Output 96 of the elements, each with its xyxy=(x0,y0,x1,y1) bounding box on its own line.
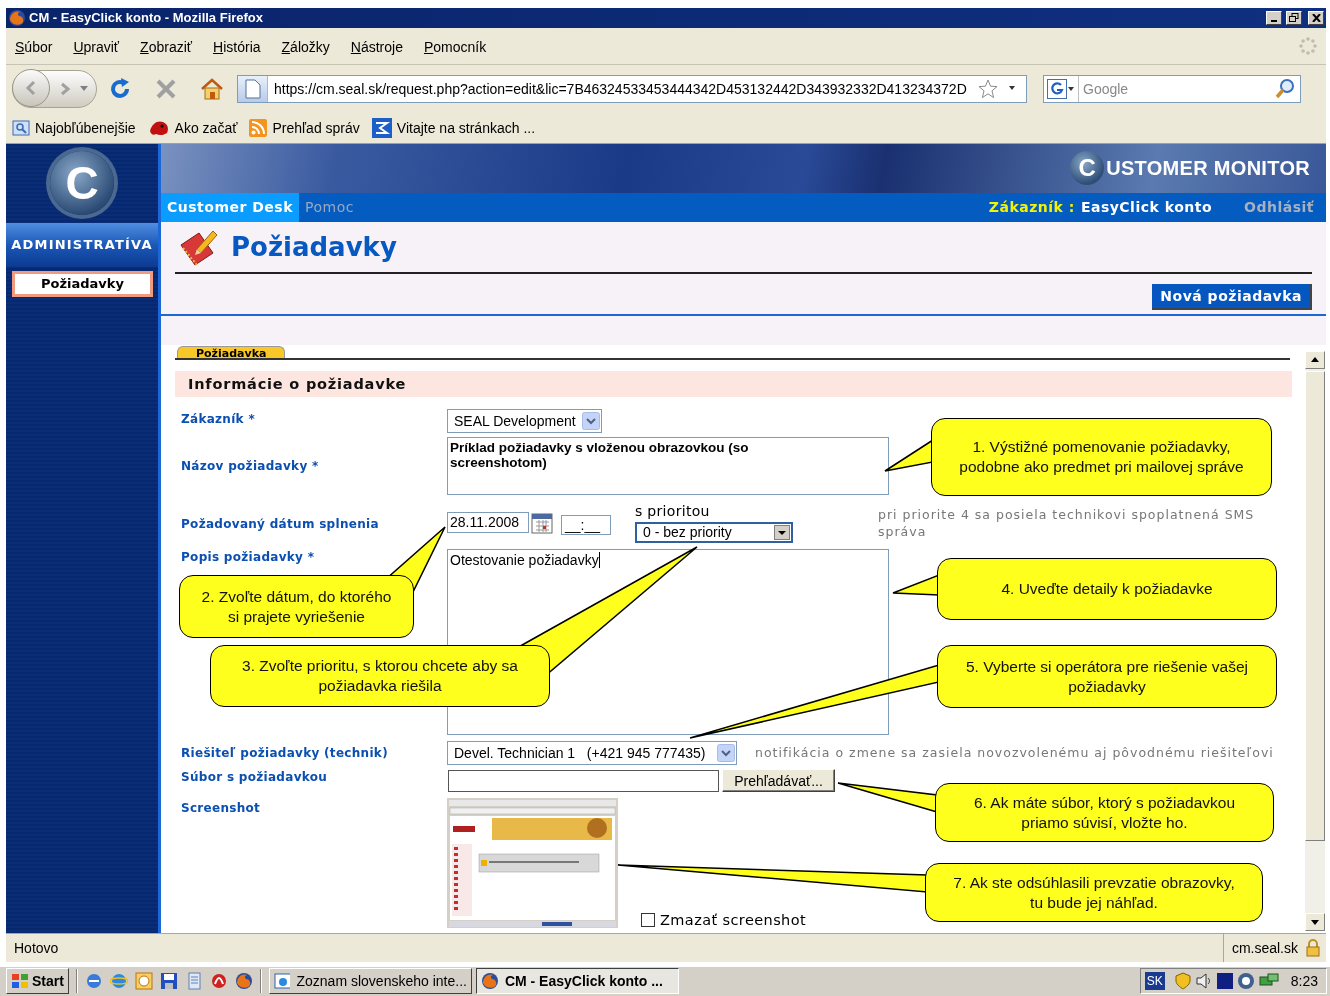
down-arrow-icon[interactable] xyxy=(1311,919,1319,925)
status-text: Hotovo xyxy=(14,940,60,957)
menu-item[interactable]: Záložky xyxy=(281,36,340,55)
date-field[interactable]: 28.11.2008 xyxy=(447,511,529,533)
search-field[interactable]: Google xyxy=(1043,74,1301,103)
stop-icon xyxy=(155,77,177,100)
minimize-icon xyxy=(1271,19,1277,22)
menu-item[interactable]: Upraviť xyxy=(73,36,130,55)
menu-item[interactable]: Súbor xyxy=(15,36,63,55)
magnifier-folder-icon xyxy=(12,118,30,137)
callout: 2. Zvoľte dátum, do ktorého si prajete vyriešenie xyxy=(179,575,414,638)
field-label: Popis požiadavky * xyxy=(181,548,316,564)
callout: 5. Vyberte si operátora pre riešenie vašej požiadavky xyxy=(937,645,1277,708)
logo: C xyxy=(50,151,114,216)
restore-icon xyxy=(1289,13,1299,23)
search-icon[interactable] xyxy=(1274,77,1296,100)
section-header: Informácie o požiadavke xyxy=(175,370,1292,397)
technician-note: notifikácia o zmene sa zasiela novozvolenému aj pôvodnému riešiteľovi xyxy=(755,745,1274,761)
google-g-icon xyxy=(1047,78,1067,99)
bookmark-item[interactable]: Najobľúbenejšie xyxy=(12,118,136,137)
browse-button[interactable]: Prehľadávať... xyxy=(722,769,835,793)
square-icon[interactable] xyxy=(1216,973,1233,990)
firefox-icon xyxy=(480,972,499,991)
firefox-icon xyxy=(8,8,26,27)
checkbox-label: Zmazať screenshot xyxy=(660,911,807,928)
logo-mark: C xyxy=(1070,151,1105,186)
clock-icon[interactable] xyxy=(134,972,153,991)
calendar-icon[interactable] xyxy=(531,511,553,534)
bookmark-item[interactable]: Ako začať xyxy=(147,118,238,137)
maximize-button[interactable] xyxy=(1286,10,1302,25)
field-label: Zákazník * xyxy=(181,410,256,426)
bookmark-item[interactable]: Vitajte na stránkach ... xyxy=(371,117,536,138)
rss-icon xyxy=(249,118,268,137)
up-arrow-icon[interactable] xyxy=(1311,357,1319,363)
minimize-button[interactable] xyxy=(1266,10,1282,25)
callout-pointer xyxy=(884,438,934,472)
throbber-icon xyxy=(1298,35,1318,56)
browser-icon[interactable] xyxy=(84,972,103,991)
page-title: Požiadavky xyxy=(231,231,397,262)
close-icon xyxy=(1311,13,1321,22)
field-label: Požadovaný dátum splnenia xyxy=(181,516,380,533)
field-label: Riešiteľ požiadavky (technik) xyxy=(181,745,389,760)
priority-label: s prioritou xyxy=(635,502,711,521)
customer-select[interactable]: SEAL Development xyxy=(447,408,602,433)
scrollbar[interactable] xyxy=(1305,350,1325,932)
sidebar-item[interactable]: Požiadavky xyxy=(12,270,153,297)
logo-text: USTOMER MONITOR xyxy=(1106,156,1310,180)
bookmark-item[interactable]: Prehľad správ xyxy=(249,118,360,137)
callout: 4. Uveďte detaily k požiadavke xyxy=(937,558,1277,620)
bookmark-page-icon xyxy=(371,117,392,138)
clock: 8:23 xyxy=(1290,973,1318,990)
menu-item[interactable]: Nástroje xyxy=(350,36,413,55)
menu-item[interactable]: Zobraziť xyxy=(140,36,203,55)
windows-flag-icon xyxy=(11,973,29,990)
back-button[interactable] xyxy=(12,69,50,108)
file-field[interactable] xyxy=(448,769,719,792)
window-e-icon xyxy=(273,972,291,991)
menu-item[interactable]: Pomocník xyxy=(423,36,497,55)
lock-icon xyxy=(1306,939,1320,958)
circle-icon[interactable] xyxy=(1236,972,1255,991)
window-title: CM - EasyClick konto - Mozilla Firefox xyxy=(29,10,265,26)
technician-select[interactable]: Devel. Technician 1 (+421 945 777435) xyxy=(447,740,737,765)
customer-name: EasyClick konto xyxy=(1080,199,1213,216)
time-field[interactable]: __:__ xyxy=(561,514,611,535)
priority-select[interactable]: 0 - bez priority xyxy=(635,521,793,543)
customer-label: Zákazník : xyxy=(988,199,1075,216)
home-icon xyxy=(200,77,224,100)
field-label: Screenshot xyxy=(181,799,262,815)
language-indicator[interactable]: SK xyxy=(1144,972,1165,991)
acrobat-icon[interactable] xyxy=(209,972,228,991)
firefox-icon[interactable] xyxy=(234,972,253,991)
menu-item[interactable]: História xyxy=(213,36,271,55)
new-request-button[interactable]: Nová požiadavka xyxy=(1152,283,1312,310)
address-field[interactable]: https://cm.seal.sk/request.php?action=edit&lic=7B46324533453444342D453132442D343932332D413234372D xyxy=(237,74,1027,103)
taskbar-task[interactable]: Zoznam slovenskeho inte... xyxy=(268,968,472,995)
delete-screenshot-checkbox[interactable] xyxy=(641,912,655,927)
field-label: Súbor s požiadavkou xyxy=(181,769,329,784)
sidebar-section-title: ADMINISTRATÍVA xyxy=(6,222,158,267)
callout: 7. Ak ste odsúhlasili prevzatie obrazovky, tu bude jej náhľad. xyxy=(925,863,1263,922)
taskbar-task[interactable]: CM - EasyClick konto ... xyxy=(475,968,679,995)
field-label: Názov požiadavky * xyxy=(181,458,320,473)
shield-icon[interactable] xyxy=(1174,972,1191,991)
status-domain: cm.seal.sk xyxy=(1231,940,1298,957)
title-field[interactable]: Príklad požiadavky s vloženou obrazovkou (so screenshotom) xyxy=(447,436,889,495)
start-button[interactable]: Start xyxy=(6,968,69,995)
priority-note: pri priorite 4 sa posiela technikovi spoplatnená SMS správa xyxy=(878,505,1256,541)
speaker-icon[interactable] xyxy=(1194,972,1213,991)
callout: 1. Výstižné pomenovanie požiadavky, podobne ako predmet pri mailovej správe xyxy=(931,418,1272,496)
star-icon[interactable] xyxy=(978,78,998,99)
reload-icon xyxy=(108,76,132,101)
callout: 3. Zvoľte prioritu, s ktorou chcete aby sa požiadavka riešila xyxy=(210,645,550,707)
page-icon xyxy=(244,78,261,99)
form-tab[interactable]: Požiadavka xyxy=(177,345,286,358)
close-button[interactable] xyxy=(1308,10,1324,25)
hat-icon xyxy=(147,118,170,137)
caret-icon[interactable] xyxy=(1067,85,1075,92)
